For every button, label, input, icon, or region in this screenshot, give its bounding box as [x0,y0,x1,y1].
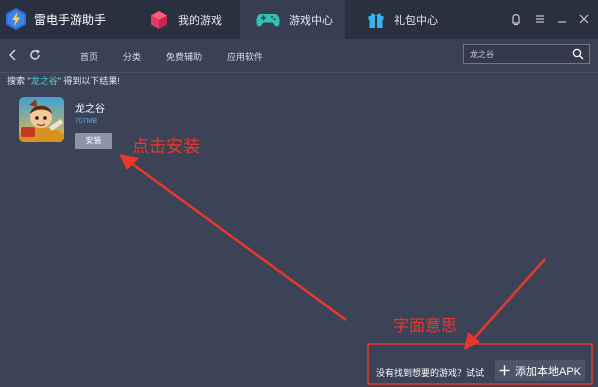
tab-label: 礼包中心 [394,14,438,27]
gamepad-icon [256,13,280,26]
title-bar: 雷电手游助手 我的游戏 游戏中心 礼包中心 [0,0,598,39]
annotation-arrowhead-apk [464,332,480,350]
tab-gift-center[interactable]: 礼包中心 [355,0,455,39]
nav-link-free-assist[interactable]: 免费辅助 [166,50,202,63]
back-arrow-icon[interactable] [6,48,20,62]
nav-link-apps[interactable]: 应用软件 [227,50,263,63]
nav-bar: 首页 分类 免费辅助 应用软件 [0,39,598,73]
result-suffix: " 得到以下结果! [57,76,120,86]
plus-icon [499,365,510,376]
close-icon[interactable] [577,12,591,26]
annotation-click-install: 点击安装 [132,137,200,156]
game-thumbnail[interactable] [19,97,64,142]
game-art-icon [19,97,64,142]
refresh-icon[interactable] [28,48,42,62]
app-brand: 雷电手游助手 [4,6,106,32]
nav-link-category[interactable]: 分类 [123,50,141,63]
app-window: 雷电手游助手 我的游戏 游戏中心 礼包中心 首页 分类 免费辅助 应用软件 龙之… [0,0,598,387]
search-result-header: 搜索 "龙之谷" 得到以下结果! [7,74,120,87]
skin-icon[interactable] [509,12,523,26]
search-input[interactable] [470,45,566,63]
tab-my-games[interactable]: 我的游戏 [138,0,238,39]
result-prefix: 搜索 " [7,76,31,86]
annotation-literal-meaning: 字面意思 [393,318,458,335]
nav-link-home[interactable]: 首页 [80,50,98,63]
install-button[interactable]: 安装 [75,133,112,149]
lightning-logo-icon [6,8,26,30]
game-title[interactable]: 龙之谷 [75,100,105,115]
search-box [463,44,590,64]
annotation-arrow-install [126,158,347,322]
search-icon[interactable] [572,48,584,60]
game-size: 707MB [75,118,98,125]
gift-icon [368,12,384,28]
tab-label: 游戏中心 [289,14,333,27]
cube-icon [151,10,167,29]
add-apk-label: 添加本地APK [515,365,582,378]
tab-game-center[interactable]: 游戏中心 [240,0,345,39]
footer-prompt: 没有找到想要的游戏？试试 [376,368,485,378]
app-name: 雷电手游助手 [34,12,107,27]
menu-icon[interactable] [533,12,547,26]
annotation-arrow-apk [469,258,546,344]
minimize-icon[interactable] [555,12,569,26]
tab-label: 我的游戏 [178,14,222,27]
result-keyword: 龙之谷 [30,76,58,86]
add-local-apk-button[interactable]: 添加本地APK [495,360,585,381]
